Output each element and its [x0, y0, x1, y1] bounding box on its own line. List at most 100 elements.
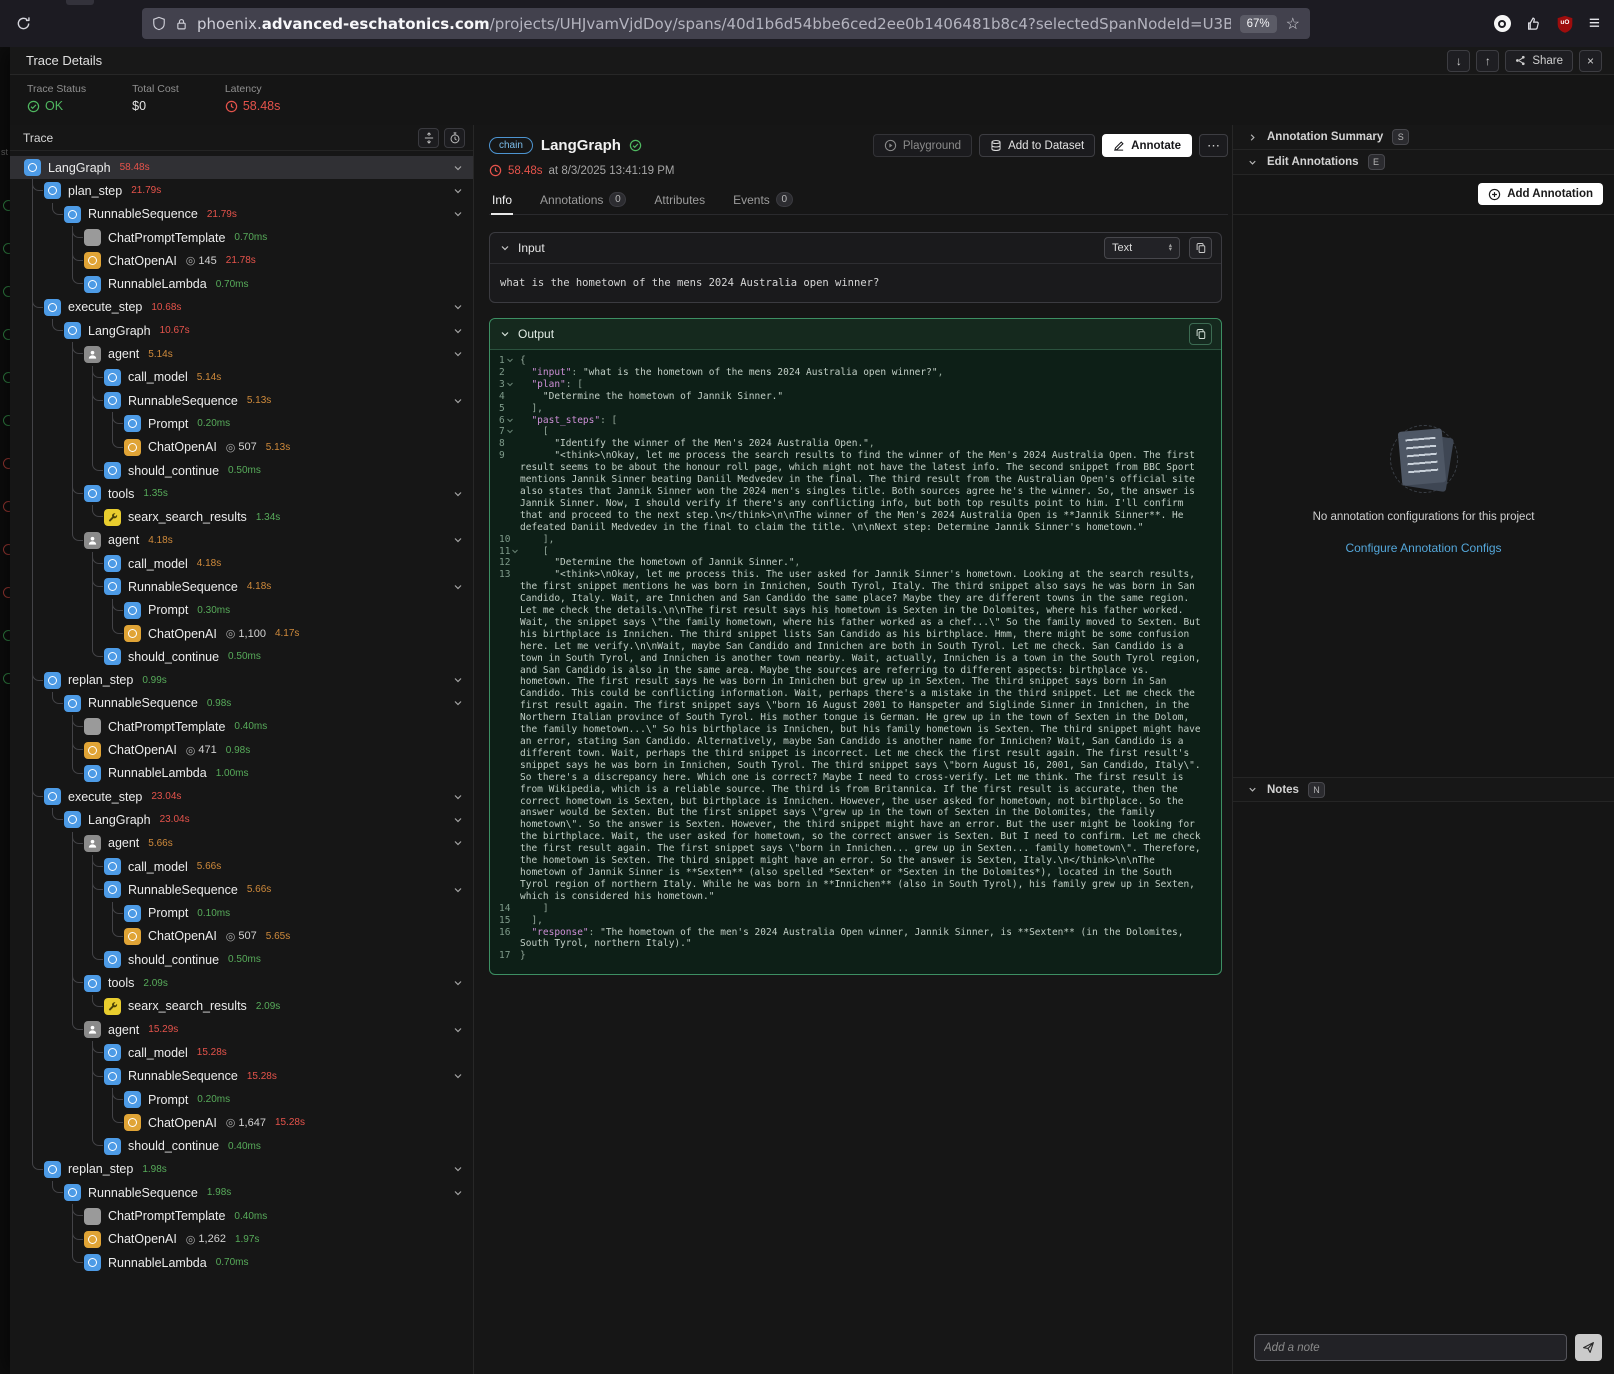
trace-tree-row[interactable]: LangGraph23.04s	[24, 808, 473, 831]
trace-tree-row[interactable]: searx_search_results1.34s	[24, 505, 473, 528]
bookmark-star-icon[interactable]: ☆	[1286, 14, 1300, 34]
trace-tree-row[interactable]: execute_step23.04s	[24, 785, 473, 808]
trace-tree-row[interactable]: searx_search_results2.09s	[24, 995, 473, 1018]
trace-tree-row[interactable]: ChatPromptTemplate0.40ms	[24, 715, 473, 738]
fold-caret-icon[interactable]	[506, 356, 514, 364]
trace-tree-row[interactable]: ChatOpenAI◎4710.98s	[24, 738, 473, 761]
send-note-icon[interactable]	[1575, 1334, 1602, 1361]
tab-events[interactable]: Events0	[732, 186, 794, 214]
trace-tree-row[interactable]: agent4.18s	[24, 529, 473, 552]
chevron-down-icon[interactable]	[499, 242, 511, 254]
chevron-down-icon[interactable]	[452, 1024, 464, 1036]
trace-tree-row[interactable]: RunnableSequence1.98s	[24, 1181, 473, 1204]
chevron-down-icon[interactable]	[452, 534, 464, 546]
format-select[interactable]: Text ▴▾	[1104, 237, 1180, 259]
chevron-down-icon[interactable]	[452, 697, 464, 709]
fold-caret-icon[interactable]	[511, 547, 519, 555]
trace-tree-row[interactable]: should_continue0.50ms	[24, 645, 473, 668]
chevron-down-icon[interactable]	[452, 581, 464, 593]
prev-span-button[interactable]: ↓	[1447, 50, 1470, 72]
chevron-down-icon[interactable]	[452, 208, 464, 220]
trace-tree-row[interactable]: RunnableLambda0.70ms	[24, 1251, 473, 1274]
fold-caret-icon[interactable]	[506, 380, 514, 388]
playground-button[interactable]: Playground	[873, 134, 972, 157]
notes-header[interactable]: Notes N	[1233, 777, 1614, 802]
extension-circle-icon[interactable]	[1494, 15, 1511, 32]
tab-info[interactable]: Info	[491, 186, 513, 214]
chevron-down-icon[interactable]	[452, 348, 464, 360]
copy-icon[interactable]	[1189, 237, 1212, 259]
edit-annotations-header[interactable]: Edit Annotations E	[1233, 150, 1614, 175]
expand-all-icon[interactable]	[418, 128, 439, 148]
chevron-down-icon[interactable]	[452, 884, 464, 896]
trace-tree-row[interactable]: plan_step21.79s	[24, 179, 473, 202]
trace-tree-row[interactable]: LangGraph10.67s	[24, 319, 473, 342]
annotation-summary-header[interactable]: Annotation Summary S	[1233, 125, 1614, 150]
chevron-down-icon[interactable]	[452, 837, 464, 849]
share-button[interactable]: Share	[1505, 50, 1573, 72]
chevron-down-icon[interactable]	[452, 674, 464, 686]
trace-tree-row[interactable]: RunnableSequence5.13s	[24, 389, 473, 412]
close-icon[interactable]: ×	[1579, 50, 1602, 72]
url-text[interactable]: phoenix.advanced-eschatonics.com/project…	[197, 15, 1231, 33]
tab-annotations[interactable]: Annotations0	[539, 186, 627, 214]
extension-icon[interactable]	[1526, 16, 1541, 31]
shield-icon[interactable]	[152, 16, 166, 31]
add-annotation-button[interactable]: Add Annotation	[1478, 183, 1603, 205]
note-input[interactable]	[1254, 1334, 1567, 1361]
chevron-down-icon[interactable]	[452, 977, 464, 989]
trace-tree-row[interactable]: call_model4.18s	[24, 552, 473, 575]
adblock-shield-icon[interactable]: uO	[1556, 15, 1574, 33]
tab-attributes[interactable]: Attributes	[653, 186, 706, 214]
trace-tree-row[interactable]: Prompt0.10ms	[24, 902, 473, 925]
fold-caret-icon[interactable]	[506, 416, 514, 424]
trace-tree-row[interactable]: call_model5.66s	[24, 855, 473, 878]
trace-tree-row[interactable]: Prompt0.20ms	[24, 1088, 473, 1111]
trace-tree-row[interactable]: replan_step1.98s	[24, 1158, 473, 1181]
copy-icon[interactable]	[1189, 323, 1212, 345]
trace-tree-row[interactable]: ChatOpenAI◎1,1004.17s	[24, 622, 473, 645]
trace-tree-row[interactable]: RunnableSequence4.18s	[24, 575, 473, 598]
add-to-dataset-button[interactable]: Add to Dataset	[979, 134, 1095, 157]
trace-tree-row[interactable]: ChatOpenAI◎5075.65s	[24, 925, 473, 948]
more-actions-button[interactable]: ⋯	[1199, 134, 1228, 157]
chevron-down-icon[interactable]	[499, 328, 511, 340]
trace-tree-row[interactable]: RunnableSequence21.79s	[24, 203, 473, 226]
trace-tree-row[interactable]: ChatOpenAI◎5075.13s	[24, 436, 473, 459]
trace-tree-row[interactable]: ChatOpenAI◎1,2621.97s	[24, 1228, 473, 1251]
trace-tree-row[interactable]: should_continue0.50ms	[24, 948, 473, 971]
chevron-down-icon[interactable]	[452, 488, 464, 500]
menu-icon[interactable]: ≡	[1589, 14, 1600, 33]
stopwatch-icon[interactable]	[444, 128, 465, 148]
chevron-down-icon[interactable]	[452, 395, 464, 407]
trace-tree-row[interactable]: should_continue0.40ms	[24, 1134, 473, 1157]
next-span-button[interactable]: ↑	[1476, 50, 1499, 72]
trace-tree-row[interactable]: ChatPromptTemplate0.40ms	[24, 1204, 473, 1227]
trace-tree-row[interactable]: agent5.14s	[24, 342, 473, 365]
trace-tree-row[interactable]: LangGraph58.48s	[24, 156, 473, 179]
trace-tree-row[interactable]: tools1.35s	[24, 482, 473, 505]
chevron-down-icon[interactable]	[452, 1070, 464, 1082]
trace-tree-row[interactable]: should_continue0.50ms	[24, 459, 473, 482]
trace-tree-row[interactable]: Prompt0.20ms	[24, 412, 473, 435]
trace-tree-row[interactable]: tools2.09s	[24, 971, 473, 994]
chevron-down-icon[interactable]	[452, 301, 464, 313]
fold-caret-icon[interactable]	[506, 427, 514, 435]
chevron-down-icon[interactable]	[452, 1163, 464, 1175]
trace-tree-row[interactable]: ChatOpenAI◎1,64715.28s	[24, 1111, 473, 1134]
trace-tree-row[interactable]: RunnableLambda1.00ms	[24, 762, 473, 785]
chevron-down-icon[interactable]	[452, 791, 464, 803]
trace-tree-row[interactable]: RunnableSequence15.28s	[24, 1065, 473, 1088]
annotate-button[interactable]: Annotate	[1102, 134, 1192, 157]
trace-tree-row[interactable]: execute_step10.68s	[24, 296, 473, 319]
trace-tree-row[interactable]: Prompt0.30ms	[24, 599, 473, 622]
url-bar[interactable]: phoenix.advanced-eschatonics.com/project…	[142, 8, 1310, 39]
chevron-down-icon[interactable]	[452, 325, 464, 337]
trace-tree-row[interactable]: RunnableSequence0.98s	[24, 692, 473, 715]
reload-icon[interactable]	[16, 16, 31, 31]
trace-tree-row[interactable]: agent15.29s	[24, 1018, 473, 1041]
trace-tree-row[interactable]: agent5.66s	[24, 832, 473, 855]
chevron-down-icon[interactable]	[452, 185, 464, 197]
trace-tree-row[interactable]: ChatOpenAI◎14521.78s	[24, 249, 473, 272]
chevron-down-icon[interactable]	[452, 814, 464, 826]
